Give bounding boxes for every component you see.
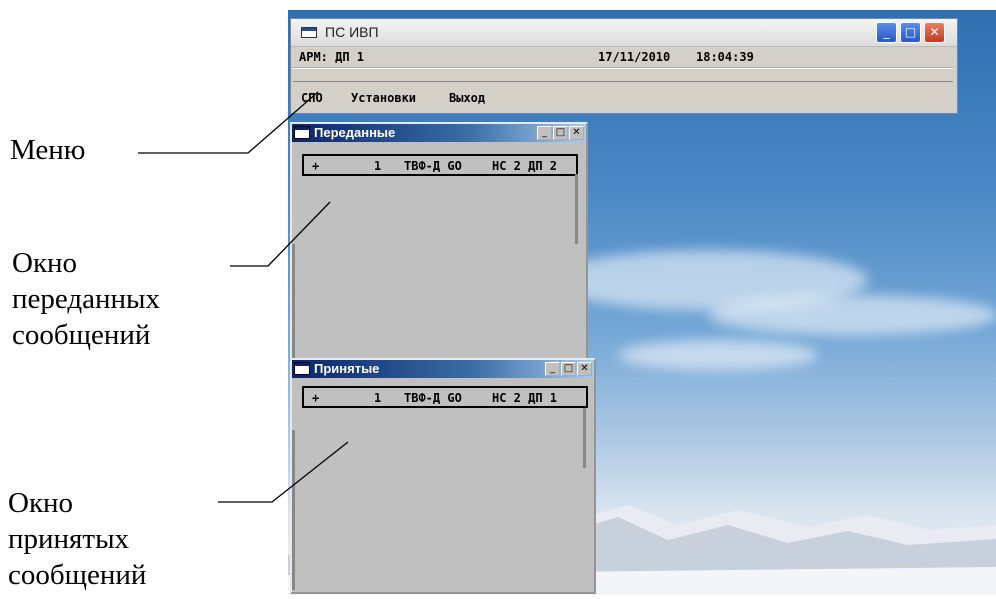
leader-line-received	[218, 441, 349, 503]
leader-line-sent	[230, 201, 331, 267]
leader-line-menu	[138, 91, 319, 154]
annotation-leader-lines	[138, 91, 349, 503]
